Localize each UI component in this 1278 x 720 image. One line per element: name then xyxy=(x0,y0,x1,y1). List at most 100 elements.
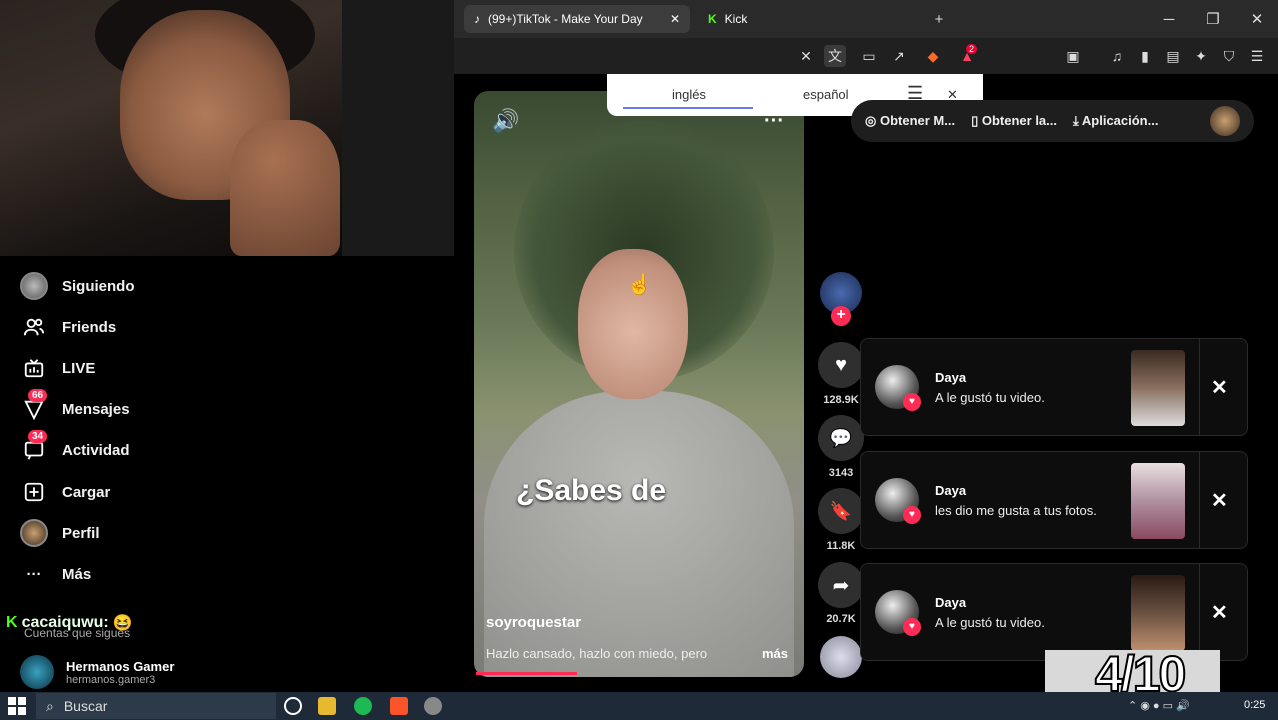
app-download-link[interactable]: ⤓ Aplicación... xyxy=(1073,113,1158,129)
heart-icon: ♥ xyxy=(903,393,921,411)
notification-message: les dio me gusta a tus fotos. xyxy=(935,503,1097,518)
more-icon: ··· xyxy=(26,565,42,583)
new-tab-button[interactable]: + xyxy=(927,8,951,30)
share-button[interactable]: ➦ xyxy=(818,562,864,608)
account-name: Hermanos Gamer xyxy=(66,658,175,674)
sidebar-item-actividad[interactable]: 34 Actividad xyxy=(20,430,130,466)
sidebar-item-mas[interactable]: ··· Más xyxy=(20,558,92,590)
tab-kick[interactable]: K Kick xyxy=(698,5,924,33)
notification-thumbnail[interactable] xyxy=(1131,350,1185,426)
sidebar-item-live[interactable]: LIVE xyxy=(20,352,95,384)
close-icon[interactable]: ✕ xyxy=(670,12,680,26)
get-coins-link[interactable]: ◎ Obtener M... xyxy=(865,113,955,129)
minimize-button[interactable]: ─ xyxy=(1157,8,1181,30)
clock[interactable]: 0:25 xyxy=(1244,699,1265,711)
webcam-feed xyxy=(0,0,342,256)
tiktok-icon: ♪ xyxy=(474,12,480,26)
kick-icon: K xyxy=(708,12,717,26)
link-label: Obtener M... xyxy=(879,113,956,128)
cast-icon[interactable]: ▭ xyxy=(858,45,880,67)
music-icon[interactable]: ♫ xyxy=(1106,45,1128,67)
webcam-background xyxy=(342,0,454,256)
file-explorer-icon[interactable] xyxy=(318,697,336,715)
close-icon[interactable]: ✕ xyxy=(1211,375,1228,400)
live-icon xyxy=(20,354,48,382)
share-icon[interactable]: ↗ xyxy=(888,45,910,67)
sidebar-item-label: Friends xyxy=(62,318,117,336)
notification-item[interactable]: ♥ Daya les dio me gusta a tus fotos. ✕ xyxy=(860,451,1248,549)
following-account[interactable]: Hermanos Gamer hermanos.gamer3 xyxy=(20,655,174,689)
activity-badge: 34 xyxy=(28,430,48,443)
link-label: Obtener la... xyxy=(981,113,1057,128)
taskbar-search[interactable]: ⌕ Buscar xyxy=(36,693,276,719)
heart-icon: ♥ xyxy=(903,618,921,636)
tab-spanish[interactable]: español xyxy=(803,87,849,102)
sidebar-item-mensajes[interactable]: 66 Mensajes xyxy=(20,389,130,425)
heart-icon: ♥ xyxy=(903,506,921,524)
link-label: Aplicación... xyxy=(1081,113,1159,128)
wallet-icon[interactable]: ▤ xyxy=(1162,45,1184,67)
save-button[interactable]: 🔖 xyxy=(818,488,864,534)
notification-thumbnail[interactable] xyxy=(1131,575,1185,651)
sidebar-item-perfil[interactable]: Perfil xyxy=(20,517,100,549)
sidebar-item-label: Siguiendo xyxy=(62,277,135,295)
comment-button[interactable]: 💬 xyxy=(818,415,864,461)
sidebar-item-label: Más xyxy=(62,565,92,583)
tab-tiktok[interactable]: ♪ (99+)TikTok - Make Your Day ✕ xyxy=(464,5,690,33)
tab-label: (99+)TikTok - Make Your Day xyxy=(488,12,643,26)
get-app-link[interactable]: ▯ Obtener la... xyxy=(971,113,1057,129)
volume-icon[interactable]: 🔊 xyxy=(492,108,519,134)
video-progress[interactable] xyxy=(476,672,578,675)
music-disc[interactable] xyxy=(820,636,862,678)
friends-icon xyxy=(20,313,48,341)
active-tab-underline xyxy=(623,107,753,109)
more-link[interactable]: más xyxy=(762,646,788,661)
sidebar-item-label: Actividad xyxy=(62,441,130,459)
close-window-button[interactable]: ✕ xyxy=(1245,8,1269,30)
close-icon[interactable]: ✕ xyxy=(1211,600,1228,625)
brave-shield-icon[interactable]: ◆ xyxy=(922,45,944,67)
rewards-badge: 2 xyxy=(966,44,978,54)
sidebar-item-siguiendo[interactable]: Siguiendo xyxy=(20,270,135,302)
notification-message: A le gustó tu video. xyxy=(935,615,1045,630)
activity-icon: 34 xyxy=(20,430,48,464)
sidebar-icon[interactable]: ▮ xyxy=(1134,45,1156,67)
hand-cursor-icon: ☝ xyxy=(627,274,652,296)
search-icon: ⌕ xyxy=(46,697,54,714)
avatar-icon xyxy=(20,272,48,300)
close-icon[interactable]: ✕ xyxy=(1211,488,1228,513)
audio-off-icon[interactable]: ✕ xyxy=(795,45,817,67)
maximize-button[interactable]: ❐ xyxy=(1201,8,1225,30)
notification-thumbnail[interactable] xyxy=(1131,463,1185,539)
tab-label: Kick xyxy=(724,12,748,26)
notification-name: Daya xyxy=(935,370,967,385)
tray-icons[interactable]: ⌃ ◉ ● ▭ 🔊 xyxy=(1128,699,1190,712)
leo-icon[interactable]: ✦ xyxy=(1190,45,1212,67)
notification-item[interactable]: ♥ Daya A le gustó tu video. ✕ xyxy=(860,563,1248,661)
sidebar-item-cargar[interactable]: Cargar xyxy=(20,476,110,508)
tab-english[interactable]: inglés xyxy=(672,87,706,102)
obs-icon[interactable] xyxy=(424,697,442,715)
follow-plus-icon[interactable]: + xyxy=(831,306,851,326)
notification-message: A le gustó tu video. xyxy=(935,390,1045,405)
brave-icon[interactable] xyxy=(390,697,408,715)
heart-icon: ♥ xyxy=(835,353,847,376)
windows-start-icon[interactable] xyxy=(8,697,26,715)
menu-icon[interactable]: ☰ xyxy=(1246,45,1268,67)
messages-icon: 66 xyxy=(20,389,48,423)
get-app-bar: ◎ Obtener M... ▯ Obtener la... ⤓ Aplicac… xyxy=(851,100,1254,142)
like-button[interactable]: ♥ xyxy=(818,342,864,388)
translate-icon[interactable]: 文 xyxy=(824,45,846,67)
vpn-icon[interactable]: ⛉ xyxy=(1218,45,1240,67)
notification-item[interactable]: ♥ Daya A le gustó tu video. ✕ xyxy=(860,338,1248,436)
video-player[interactable] xyxy=(474,91,804,677)
account-handle: hermanos.gamer3 xyxy=(66,673,156,686)
video-author[interactable]: soyroquestar xyxy=(486,614,581,631)
spotify-icon[interactable] xyxy=(354,697,372,715)
kick-icon: K xyxy=(6,614,18,631)
cortana-icon[interactable] xyxy=(284,697,302,715)
sidebar-item-friends[interactable]: Friends xyxy=(20,311,116,343)
avatar[interactable] xyxy=(1210,106,1240,136)
comment-icon: 💬 xyxy=(829,427,853,448)
reader-icon[interactable]: ▣ xyxy=(1062,45,1084,67)
